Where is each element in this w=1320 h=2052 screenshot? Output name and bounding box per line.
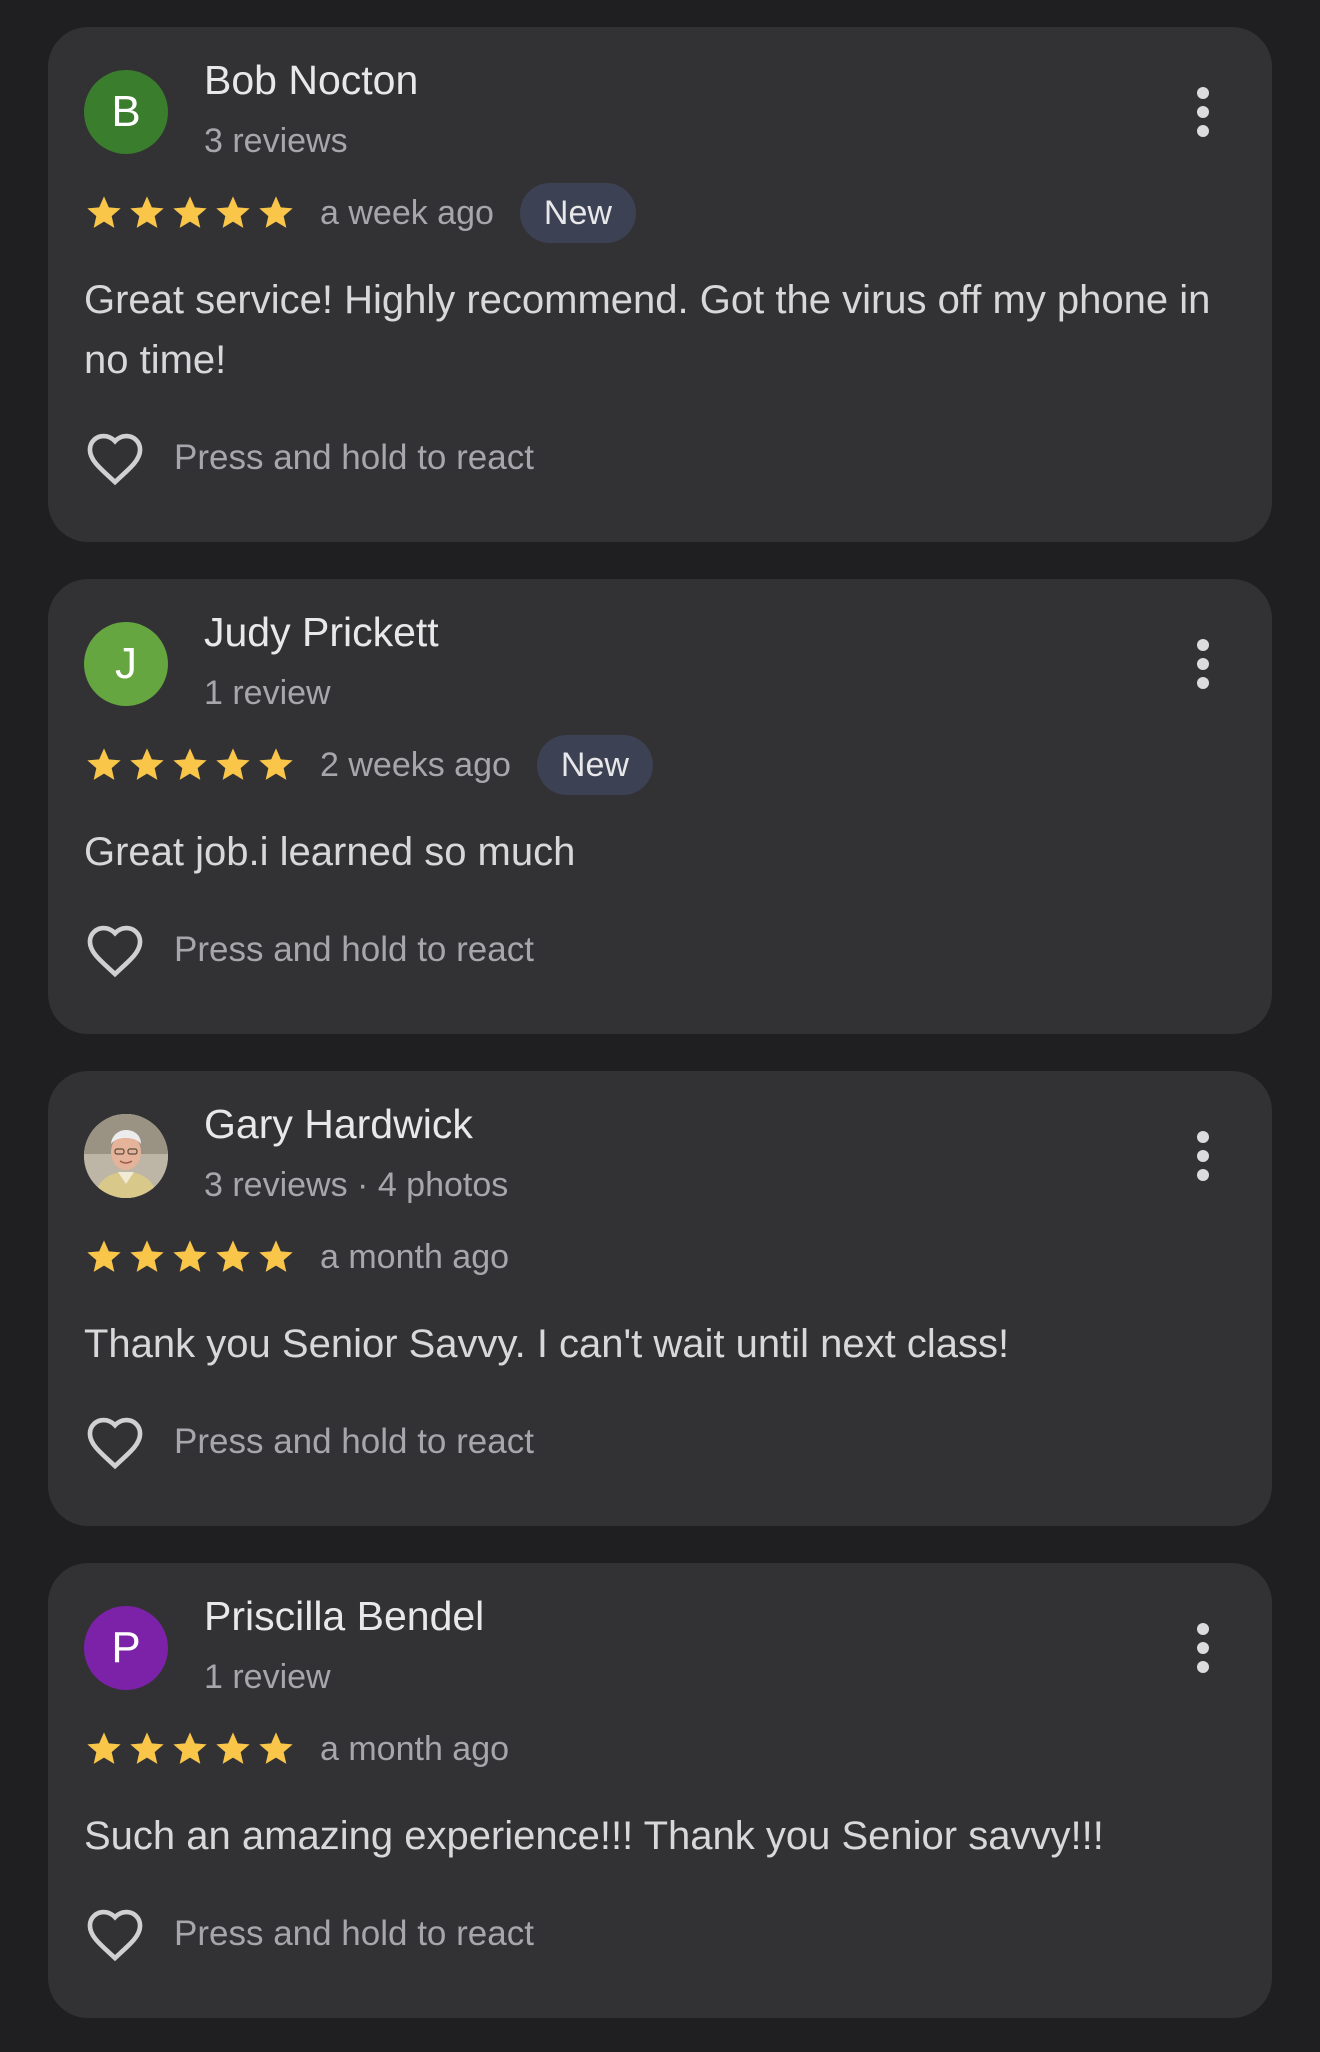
more-options-button[interactable]: [1196, 87, 1210, 143]
react-label: Press and hold to react: [174, 1914, 534, 1953]
star-icon: [259, 748, 293, 780]
review-date: a month ago: [320, 1729, 510, 1768]
more-vert-icon: [1197, 1623, 1209, 1635]
review-text: Such an amazing experience!!! Thank you …: [84, 1814, 1104, 1858]
new-badge: New: [519, 183, 636, 243]
review-date: 2 weeks ago: [320, 745, 511, 784]
star-icon: [173, 196, 207, 228]
star-icon: [216, 196, 250, 228]
reviewer-meta: 1 review: [204, 674, 331, 712]
star-icon: [87, 1732, 121, 1764]
star-rating: [84, 193, 296, 233]
reviewer-meta: 3 reviews · 4 photos: [204, 1166, 509, 1204]
star-icon: [259, 1732, 293, 1764]
star-icon: [130, 1240, 164, 1272]
reviewer-name[interactable]: Judy Prickett: [204, 609, 439, 656]
star-icon: [87, 1240, 121, 1272]
avatar[interactable]: B: [84, 70, 168, 154]
reviewer-name[interactable]: Bob Nocton: [204, 57, 418, 104]
star-icon: [173, 1240, 207, 1272]
star-icon: [216, 1732, 250, 1764]
more-vert-icon: [1197, 87, 1209, 99]
avatar[interactable]: [84, 1114, 168, 1198]
star-icon: [87, 196, 121, 228]
star-icon: [173, 1732, 207, 1764]
star-icon: [87, 748, 121, 780]
more-options-button[interactable]: [1196, 639, 1210, 695]
react-button[interactable]: Press and hold to react: [84, 1905, 534, 1963]
star-icon: [216, 1240, 250, 1272]
star-rating: [84, 1237, 296, 1277]
more-vert-icon: [1197, 639, 1209, 651]
reviewer-meta: 1 review: [204, 1658, 331, 1696]
star-icon: [130, 196, 164, 228]
profile-photo-icon: [84, 1114, 168, 1198]
heart-outline-icon: [87, 1417, 143, 1470]
review-date: a week ago: [320, 193, 494, 232]
more-options-button[interactable]: [1196, 1623, 1210, 1679]
star-icon: [130, 748, 164, 780]
star-rating: [84, 1729, 296, 1769]
more-options-button[interactable]: [1196, 1131, 1210, 1187]
review-date: a month ago: [320, 1237, 510, 1276]
reviews-feed: B Bob Nocton 3 reviews a week ago New Gr…: [0, 0, 1320, 2052]
heart-outline-icon: [87, 1909, 143, 1962]
react-label: Press and hold to react: [174, 1422, 534, 1461]
new-badge: New: [536, 735, 653, 795]
review-text: Thank you Senior Savvy. I can't wait unt…: [84, 1322, 1010, 1366]
star-rating: [84, 745, 296, 785]
heart-outline-icon: [87, 433, 143, 486]
reviewer-name[interactable]: Gary Hardwick: [204, 1101, 473, 1148]
review-card: P Priscilla Bendel 1 review a month ago …: [48, 1563, 1272, 2018]
react-label: Press and hold to react: [174, 438, 534, 477]
review-text: Great service! Highly recommend. Got the…: [84, 278, 1211, 382]
avatar[interactable]: P: [84, 1606, 168, 1690]
rating-row: 2 weeks ago New: [84, 735, 653, 795]
react-label: Press and hold to react: [174, 930, 534, 969]
react-button[interactable]: Press and hold to react: [84, 921, 534, 979]
star-icon: [130, 1732, 164, 1764]
more-vert-icon: [1197, 1131, 1209, 1143]
rating-row: a month ago: [84, 1719, 535, 1779]
rating-row: a week ago New: [84, 183, 636, 243]
avatar[interactable]: J: [84, 622, 168, 706]
react-button[interactable]: Press and hold to react: [84, 429, 534, 487]
heart-outline-icon: [87, 925, 143, 978]
star-icon: [216, 748, 250, 780]
star-icon: [259, 1240, 293, 1272]
reviewer-meta: 3 reviews: [204, 122, 348, 160]
rating-row: a month ago: [84, 1227, 535, 1287]
review-text: Great job.i learned so much: [84, 830, 576, 874]
review-card: B Bob Nocton 3 reviews a week ago New Gr…: [48, 27, 1272, 542]
review-card: J Judy Prickett 1 review 2 weeks ago New…: [48, 579, 1272, 1034]
react-button[interactable]: Press and hold to react: [84, 1413, 534, 1471]
star-icon: [259, 196, 293, 228]
reviewer-name[interactable]: Priscilla Bendel: [204, 1593, 484, 1640]
review-card: Gary Hardwick 3 reviews · 4 photos a mon…: [48, 1071, 1272, 1526]
star-icon: [173, 748, 207, 780]
